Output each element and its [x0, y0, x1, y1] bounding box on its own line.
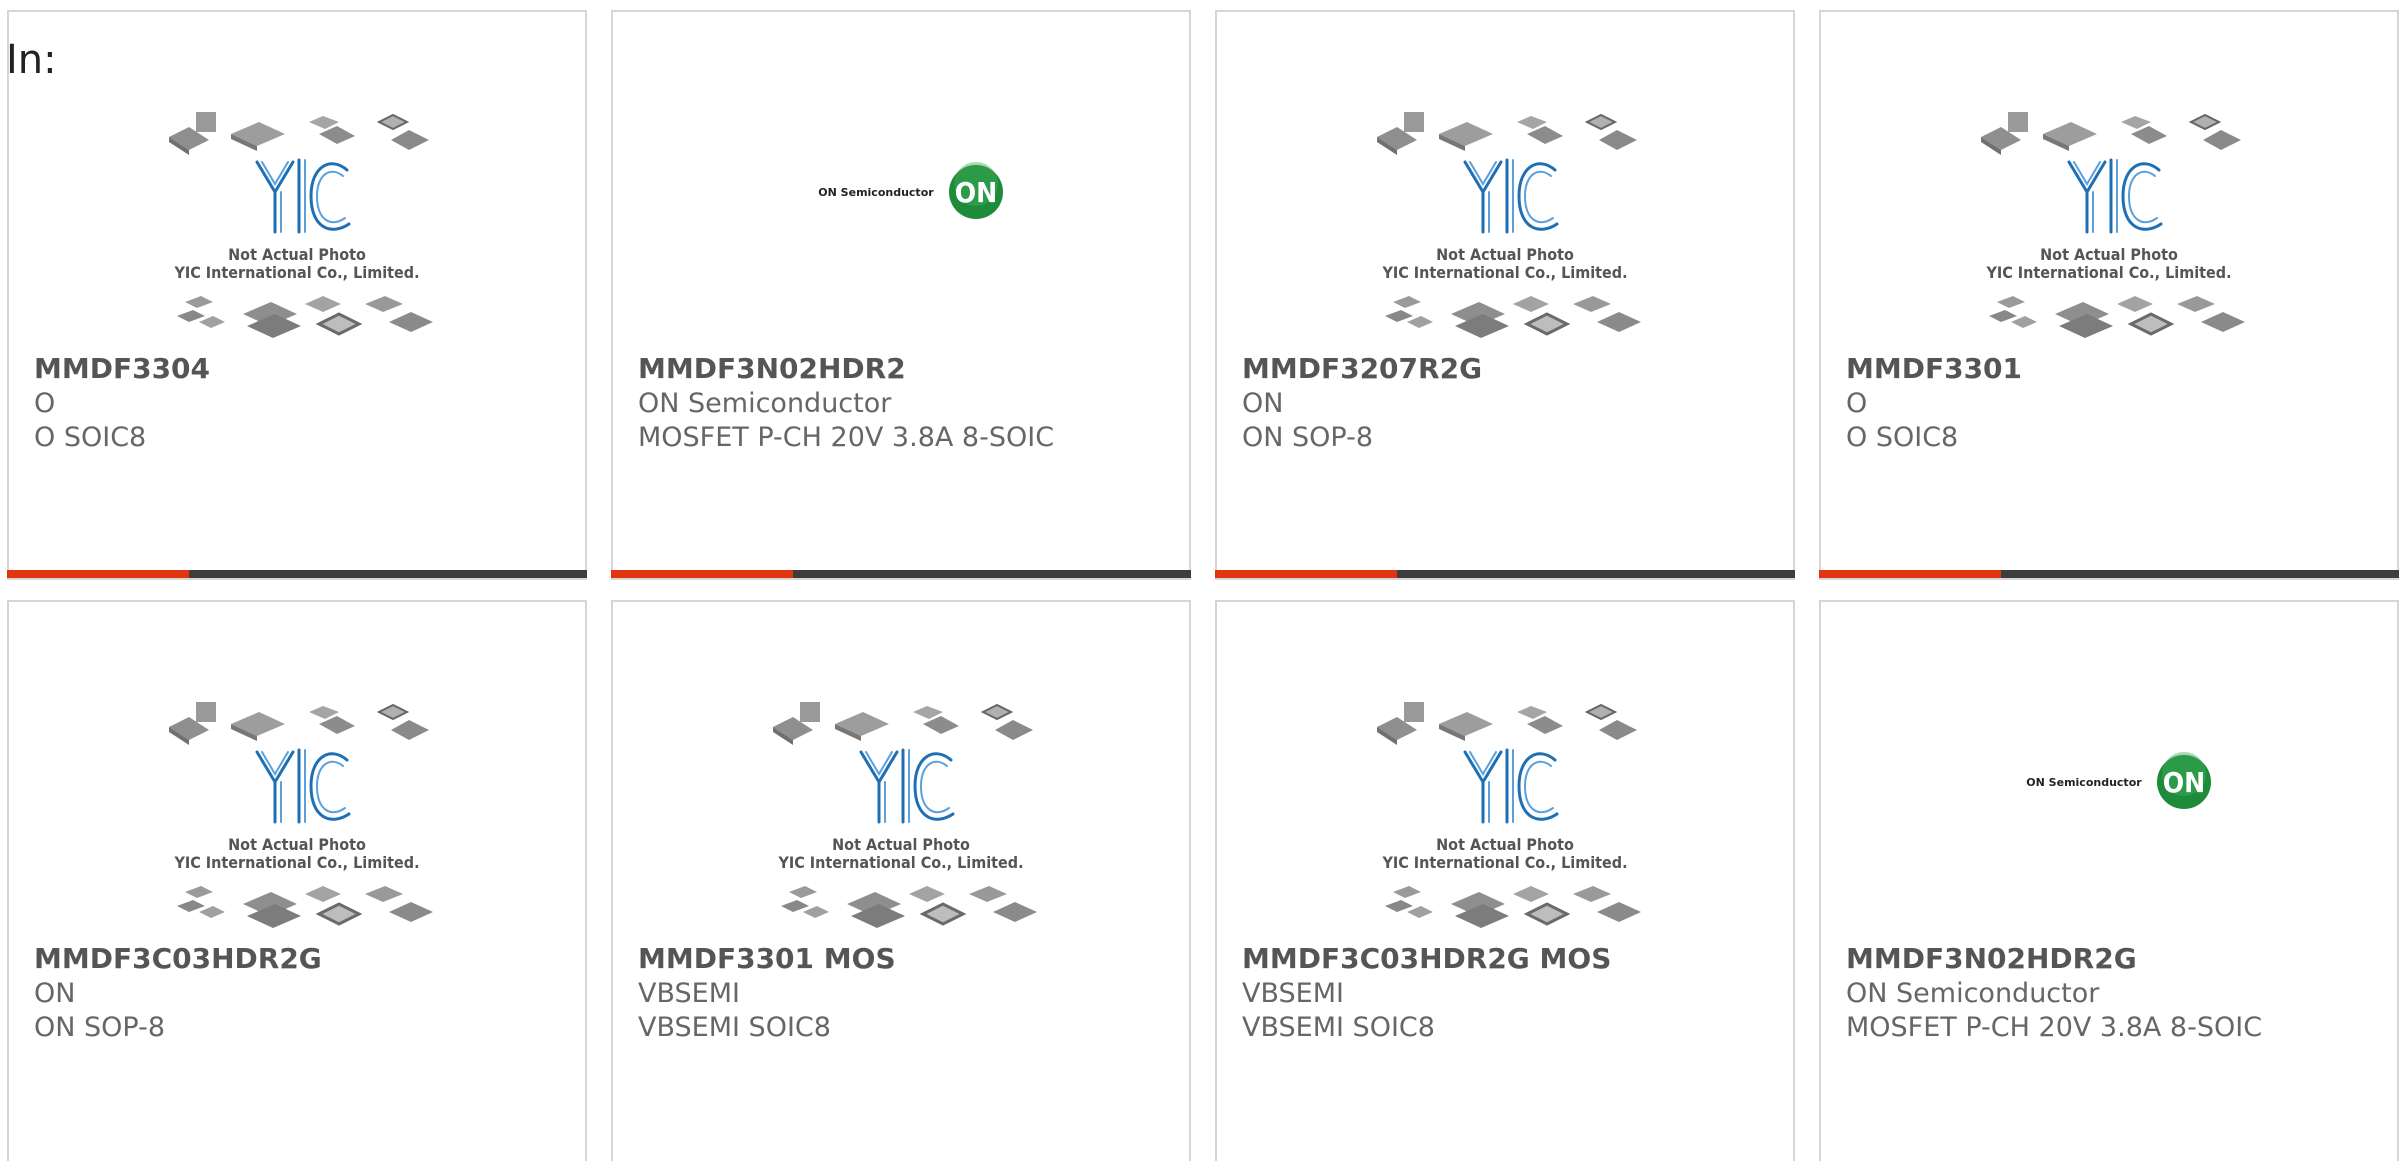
card-bottom-bar — [7, 570, 587, 578]
description: ON SOP-8 — [34, 1012, 166, 1043]
manufacturer: VBSEMI — [1242, 978, 1344, 1009]
on-logo-badge: ON — [955, 176, 998, 209]
product-image[interactable]: Not Actual Photo YIC International Co., … — [1821, 52, 2397, 352]
in-label: In: — [6, 37, 57, 83]
manufacturer: VBSEMI — [638, 978, 740, 1009]
description: VBSEMI SOIC8 — [1242, 1012, 1435, 1043]
yic-placeholder-image: Not Actual Photo YIC International Co., … — [1979, 110, 2247, 340]
product-grid-page: In: Not Actual Photo YIC International C… — [0, 0, 2400, 1161]
part-number-link[interactable]: MMDF3C03HDR2G — [34, 942, 322, 975]
description: O SOIC8 — [34, 422, 147, 453]
product-card[interactable]: Not Actual Photo YIC International Co., … — [1819, 10, 2399, 580]
placeholder-line2: YIC International Co., Limited. — [777, 853, 1023, 872]
product-card[interactable]: Not Actual Photo YIC International Co., … — [7, 10, 587, 580]
placeholder-line2: YIC International Co., Limited. — [1381, 263, 1627, 282]
placeholder-line1: Not Actual Photo — [1436, 835, 1574, 854]
product-card[interactable]: Not Actual Photo YIC International Co., … — [1215, 600, 1795, 1161]
description: MOSFET P-CH 20V 3.8A 8-SOIC — [1846, 1012, 2263, 1043]
card-bottom-bar — [1819, 570, 2399, 578]
product-image[interactable]: Not Actual Photo YIC International Co., … — [1217, 52, 1793, 352]
placeholder-line1: Not Actual Photo — [1436, 245, 1574, 264]
part-number-link[interactable]: MMDF3304 — [34, 352, 210, 385]
card-bar-accent — [611, 570, 793, 578]
product-card[interactable]: ON Semiconductor ON MMDF3N02HDR2 ON Semi… — [611, 10, 1191, 580]
product-image[interactable]: ON Semiconductor ON — [613, 52, 1189, 352]
product-image[interactable]: Not Actual Photo YIC International Co., … — [1217, 642, 1793, 942]
part-number-link[interactable]: MMDF3301 MOS — [638, 942, 896, 975]
placeholder-line2: YIC International Co., Limited. — [1381, 853, 1627, 872]
product-image[interactable]: ON Semiconductor ON — [1821, 642, 2397, 942]
on-logo-wordmark: ON Semiconductor — [818, 186, 934, 199]
card-bottom-bar — [611, 570, 1191, 578]
manufacturer: ON Semiconductor — [638, 388, 892, 419]
placeholder-line1: Not Actual Photo — [2040, 245, 2178, 264]
part-number-link[interactable]: MMDF3N02HDR2 — [638, 352, 906, 385]
manufacturer: ON — [1242, 388, 1284, 419]
yic-placeholder-image: Not Actual Photo YIC International Co., … — [167, 700, 435, 930]
on-logo-badge: ON — [2163, 766, 2206, 799]
placeholder-line1: Not Actual Photo — [228, 245, 366, 264]
part-number-link[interactable]: MMDF3C03HDR2G MOS — [1242, 942, 1611, 975]
description: VBSEMI SOIC8 — [638, 1012, 831, 1043]
placeholder-line1: Not Actual Photo — [832, 835, 970, 854]
card-bar-accent — [1819, 570, 2001, 578]
description: ON SOP-8 — [1242, 422, 1374, 453]
manufacturer: ON Semiconductor — [1846, 978, 2100, 1009]
card-bottom-bar — [1215, 570, 1795, 578]
placeholder-line2: YIC International Co., Limited. — [1985, 263, 2231, 282]
product-card[interactable]: Not Actual Photo YIC International Co., … — [1215, 10, 1795, 580]
manufacturer: ON — [34, 978, 76, 1009]
manufacturer: O — [34, 388, 56, 419]
product-card[interactable]: Not Actual Photo YIC International Co., … — [7, 600, 587, 1161]
card-bar-accent — [1215, 570, 1397, 578]
product-card[interactable]: ON Semiconductor ON MMDF3N02HDR2G ON Sem… — [1819, 600, 2399, 1161]
product-image[interactable]: Not Actual Photo YIC International Co., … — [9, 642, 585, 942]
on-semiconductor-logo: ON Semiconductor ON — [2026, 752, 2211, 809]
placeholder-line2: YIC International Co., Limited. — [173, 853, 419, 872]
product-image[interactable]: Not Actual Photo YIC International Co., … — [9, 52, 585, 352]
description: MOSFET P-CH 20V 3.8A 8-SOIC — [638, 422, 1055, 453]
part-number-link[interactable]: MMDF3N02HDR2G — [1846, 942, 2137, 975]
yic-placeholder-image: Not Actual Photo YIC International Co., … — [167, 110, 435, 340]
yic-placeholder-image: Not Actual Photo YIC International Co., … — [771, 700, 1039, 930]
yic-placeholder-image: Not Actual Photo YIC International Co., … — [1375, 110, 1643, 340]
card-bar-accent — [7, 570, 189, 578]
placeholder-line1: Not Actual Photo — [228, 835, 366, 854]
part-number-link[interactable]: MMDF3207R2G — [1242, 352, 1482, 385]
product-image[interactable]: Not Actual Photo YIC International Co., … — [613, 642, 1189, 942]
on-logo-wordmark: ON Semiconductor — [2026, 776, 2142, 789]
part-number-link[interactable]: MMDF3301 — [1846, 352, 2022, 385]
placeholder-line2: YIC International Co., Limited. — [173, 263, 419, 282]
manufacturer: O — [1846, 388, 1868, 419]
on-semiconductor-logo: ON Semiconductor ON — [818, 162, 1003, 219]
yic-placeholder-image: Not Actual Photo YIC International Co., … — [1375, 700, 1643, 930]
product-card[interactable]: Not Actual Photo YIC International Co., … — [611, 600, 1191, 1161]
description: O SOIC8 — [1846, 422, 1959, 453]
